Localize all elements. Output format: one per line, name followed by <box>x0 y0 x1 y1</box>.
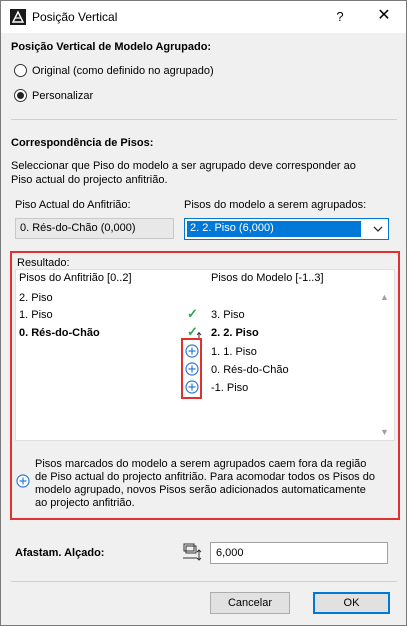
result-note-line: modelo agrupado, novos Pisos serão adici… <box>35 484 366 496</box>
list-item-host: 1. Piso <box>19 309 53 321</box>
scroll-down-icon[interactable]: ▼ <box>380 427 389 437</box>
offset-input[interactable]: 6,000 <box>210 542 388 564</box>
model-floor-label: Pisos do modelo a serem agrupados: <box>184 199 367 211</box>
result-note-line: de Piso actual do projecto anfitrião. Pa… <box>35 471 375 483</box>
ok-button[interactable]: OK <box>313 592 390 614</box>
result-note-line: Pisos marcados do modelo a serem agrupad… <box>35 458 367 470</box>
scroll-up-icon[interactable]: ▲ <box>380 292 389 302</box>
column-header-host: Pisos do Anfitrião [0..2] <box>19 272 132 284</box>
result-note-line: ao projecto anfitrião. <box>35 497 135 509</box>
radio-custom-label[interactable]: Personalizar <box>32 90 93 102</box>
chevron-down-icon <box>373 226 383 232</box>
new-floors-highlight-frame <box>181 338 202 399</box>
result-list[interactable] <box>15 269 395 441</box>
title-bar: Posição Vertical ? ✕ <box>1 1 406 33</box>
list-item-model: 0. Rés-do-Chão <box>211 364 289 376</box>
list-item-model: 2. 2. Piso <box>211 327 259 339</box>
elevation-offset-icon <box>183 543 202 561</box>
separator <box>11 119 397 120</box>
dialog-window: Posição Vertical ? ✕ Posição Vertical de… <box>0 0 407 626</box>
check-icon: ✓ <box>187 306 198 321</box>
separator <box>11 581 397 582</box>
vertical-position-heading: Posição Vertical de Modelo Agrupado: <box>11 41 212 53</box>
floor-match-description-1: Seleccionar que Piso do modelo a ser agr… <box>11 160 356 172</box>
list-item-model: -1. Piso <box>211 382 249 394</box>
model-floor-dropdown[interactable]: 2. 2. Piso (6,000) <box>184 218 389 240</box>
list-item-model: 3. Piso <box>211 309 245 321</box>
radio-custom[interactable] <box>14 89 27 102</box>
radio-original-label[interactable]: Original (como definido no agrupado) <box>32 65 214 77</box>
plus-circle-icon <box>16 474 30 488</box>
list-item-host: 2. Piso <box>19 292 53 304</box>
close-button[interactable]: ✕ <box>369 5 399 29</box>
column-header-model: Pisos do Modelo [-1..3] <box>211 272 324 284</box>
radio-original[interactable] <box>14 64 27 77</box>
app-icon <box>10 9 26 25</box>
host-floor-value: 0. Rés-do-Chão (0,000) <box>20 222 136 234</box>
floor-match-heading: Correspondência de Pisos: <box>11 137 154 149</box>
host-floor-label: Piso Actual do Anfitrião: <box>15 199 131 211</box>
help-button[interactable]: ? <box>327 5 353 29</box>
list-item-host: 0. Rés-do-Chão <box>19 327 100 339</box>
list-item-model: 1. 1. Piso <box>211 346 257 358</box>
window-title: Posição Vertical <box>32 10 118 24</box>
cancel-button[interactable]: Cancelar <box>210 592 290 614</box>
model-floor-selected: 2. 2. Piso (6,000) <box>187 221 361 237</box>
floor-match-description-2: Piso actual do projecto anfitrião. <box>11 174 168 186</box>
offset-label: Afastam. Alçado: <box>15 547 105 559</box>
host-floor-field: 0. Rés-do-Chão (0,000) <box>15 218 174 239</box>
result-heading: Resultado: <box>17 257 70 269</box>
